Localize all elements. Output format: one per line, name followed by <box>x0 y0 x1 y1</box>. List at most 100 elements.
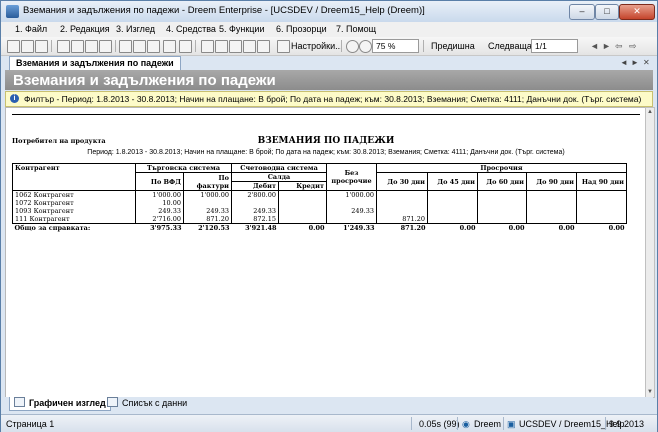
zoom-out-icon[interactable] <box>359 40 372 53</box>
prev-page-icon[interactable] <box>419 40 430 51</box>
maximize-button[interactable]: □ <box>595 4 619 20</box>
row-d45 <box>427 207 478 215</box>
menu-windows[interactable]: 6. Прозорци <box>276 24 327 34</box>
menu-file[interactable]: 1. Файл <box>15 24 47 34</box>
chart-icon[interactable] <box>257 40 270 53</box>
back-icon[interactable]: ⇦ <box>615 41 623 52</box>
scroll-up-icon[interactable]: ▲ <box>646 108 654 116</box>
header-bez-prosrochie: Без просрочие <box>326 163 377 191</box>
delete-icon[interactable] <box>99 40 112 53</box>
status-divider <box>411 417 412 430</box>
document-tab-bar: Вземания и задължения по падежи ◄ ► ✕ <box>5 56 653 70</box>
first-page-icon[interactable]: ◄ <box>590 41 599 51</box>
row-fakt <box>183 199 232 207</box>
refresh-icon[interactable] <box>163 40 176 53</box>
table-row: 1072 Контрагент 10.00 <box>12 199 627 207</box>
menu-functions[interactable]: 5. Функции <box>219 24 264 34</box>
row-d90 <box>526 199 577 207</box>
application-window: Вземания и задължения по падежи - Dreem … <box>0 0 658 432</box>
row-kredit <box>278 215 327 224</box>
new-icon[interactable] <box>7 40 20 53</box>
header-po-fakturi: По фактури <box>183 172 232 191</box>
row-d45 <box>427 215 478 224</box>
filter-text: Филтър - Период: 1.8.2013 - 30.8.2013; Н… <box>24 94 642 104</box>
row-d90 <box>526 215 577 224</box>
data-list-icon <box>107 397 118 407</box>
report-table: Контрагент Търговска система Счетоводна … <box>12 163 627 232</box>
print-icon[interactable] <box>119 40 132 53</box>
settings-button[interactable]: Настройки... <box>291 41 343 51</box>
tab-close-icon[interactable]: ✕ <box>643 58 650 67</box>
menu-help[interactable]: 7. Помощ <box>336 24 376 34</box>
toolbar-separator <box>51 40 52 52</box>
last-page-icon[interactable]: ► <box>602 41 611 51</box>
row-vfd: 249.33 <box>135 207 184 215</box>
row-d30 <box>376 199 428 207</box>
table-row: 111 Контрагент 2'716.00 871.20 872.15 87… <box>12 215 627 224</box>
row-d30: 871.20 <box>376 215 428 224</box>
total-row: Общо за справката: 3'975.33 2'120.53 3'9… <box>12 223 627 232</box>
menu-edit[interactable]: 2. Редакция <box>60 24 110 34</box>
report-header-title: Вземания и задължения по падежи <box>13 72 276 89</box>
excel-icon[interactable] <box>229 40 242 53</box>
zoom-in-icon[interactable] <box>346 40 359 53</box>
cut-icon[interactable] <box>57 40 70 53</box>
toolbar: Настройки... 75 % Предишна Следваща 1/1 … <box>1 37 657 56</box>
tab-next-icon[interactable]: ► <box>631 58 639 67</box>
menu-bar: 1. Файл 2. Редакция 3. Изглед 4. Средств… <box>1 22 657 37</box>
settings-icon[interactable] <box>277 40 290 53</box>
next-page-button[interactable]: Следваща <box>488 41 532 51</box>
report-title: ВЗЕМАНИЯ ПО ПАДЕЖИ <box>257 136 395 146</box>
close-button[interactable]: ✕ <box>619 4 655 20</box>
preview-icon[interactable] <box>133 40 146 53</box>
menu-view[interactable]: 3. Изглед <box>116 24 155 34</box>
tab-graphic-view-label: Графичен изглед <box>29 398 106 408</box>
graphic-view-icon <box>14 397 25 407</box>
save-icon[interactable] <box>35 40 48 53</box>
user-icon: ◉ <box>462 419 470 429</box>
row-n90 <box>576 207 627 215</box>
scroll-down-icon[interactable]: ▼ <box>646 388 654 396</box>
row-name: 1093 Контрагент <box>12 207 136 215</box>
copy-icon[interactable] <box>71 40 84 53</box>
open-icon[interactable] <box>21 40 34 53</box>
help-icon[interactable] <box>179 40 192 53</box>
row-d60 <box>477 190 527 199</box>
paste-icon[interactable] <box>85 40 98 53</box>
header-schet-sys: Счетоводна система <box>231 163 327 173</box>
row-debit: 2'800.00 <box>231 190 279 199</box>
mail-icon[interactable] <box>215 40 228 53</box>
page-select[interactable]: 1/1 <box>531 39 578 53</box>
row-kredit <box>278 207 327 215</box>
menu-tools[interactable]: 4. Средства <box>166 24 216 34</box>
tab-receivables-report[interactable]: Вземания и задължения по падежи <box>9 56 181 70</box>
zoom-select[interactable]: 75 % <box>372 39 419 53</box>
minimize-button[interactable]: – <box>569 4 595 20</box>
status-page: Страница 1 <box>6 419 55 429</box>
total-d60: 0.00 <box>477 223 527 232</box>
tab-graphic-view[interactable]: Графичен изглед <box>9 397 111 411</box>
row-vfd: 1'000.00 <box>135 190 184 199</box>
filter-icon[interactable] <box>147 40 160 53</box>
row-d60 <box>477 207 527 215</box>
table-row: 1062 Контрагент 1'000.00 1'000.00 2'800.… <box>12 190 627 199</box>
forward-icon[interactable]: ⇨ <box>629 41 637 52</box>
page-top-border <box>12 114 640 115</box>
tab-data-list[interactable]: Списък с данни <box>103 397 191 410</box>
row-d60 <box>477 215 527 224</box>
header-do60: До 60 дни <box>477 172 527 191</box>
next-page-icon[interactable] <box>476 40 487 51</box>
total-bez: 1'249.33 <box>326 223 377 232</box>
row-vfd: 10.00 <box>135 199 184 207</box>
row-kredit <box>278 199 327 207</box>
tab-prev-icon[interactable]: ◄ <box>620 58 628 67</box>
word-icon[interactable] <box>243 40 256 53</box>
header-po-vfd: По ВФД <box>135 172 184 191</box>
title-bar: Вземания и задължения по падежи - Dreem … <box>1 1 657 23</box>
row-fakt: 1'000.00 <box>183 190 232 199</box>
total-fakt: 2'120.53 <box>183 223 232 232</box>
row-n90 <box>576 215 627 224</box>
vertical-scrollbar[interactable]: ▲ ▼ <box>645 107 655 398</box>
prev-page-button[interactable]: Предишна <box>431 41 475 51</box>
export-icon[interactable] <box>201 40 214 53</box>
